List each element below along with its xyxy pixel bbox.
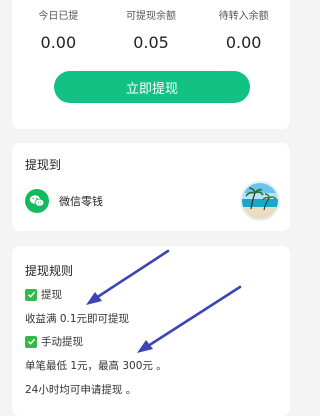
withdraw-rules-title: 提现规则 [25,264,74,278]
rule-item: 手动提现 [25,334,83,349]
rule-text: 24小时均可申请提现 。 [25,384,137,396]
rule-item: 单笔最低 1元，最高 300元 。 [25,358,167,373]
withdraw-rules-card: 提现规则 提现 收益满 0.1元即可提现 手动提现 单笔最低 1元，最高 300… [12,246,290,416]
rule-item: 提现 [25,287,62,302]
balance-card: 今日已提 0.00 可提现余额 0.05 待转入余额 0.00 立即提现 [12,0,290,129]
balance-stats: 今日已提 0.00 可提现余额 0.05 待转入余额 0.00 [12,10,290,54]
stat-pending-balance: 待转入余额 0.00 [197,10,290,54]
wechat-wallet-option[interactable]: 微信零钱 [25,189,103,213]
avatar[interactable] [242,183,278,219]
rule-text: 单笔最低 1元，最高 300元 。 [25,360,167,372]
rule-text: 手动提现 [41,336,83,348]
stat-label: 待转入余额 [218,11,269,22]
stat-value: 0.00 [225,33,262,52]
wechat-icon [25,189,49,213]
rule-text: 收益满 0.1元即可提现 [25,313,130,325]
rule-text: 提现 [41,289,62,301]
checkmark-icon [25,288,37,301]
stat-today-withdrawn: 今日已提 0.00 [12,10,105,54]
stat-label: 今日已提 [38,11,79,22]
stat-withdrawable-balance: 可提现余额 0.05 [105,10,198,54]
withdraw-target-card: 提现到 微信零钱 [12,143,290,231]
wechat-wallet-label: 微信零钱 [59,195,103,208]
stat-value: 0.05 [133,33,169,52]
rule-item: 收益满 0.1元即可提现 [25,311,129,326]
checkmark-icon [25,335,37,348]
stat-value: 0.00 [40,33,77,52]
withdraw-now-button[interactable]: 立即提现 [54,71,250,103]
avatar-beach-image [242,183,278,219]
rule-item: 24小时均可申请提现 。 [25,382,136,397]
withdraw-target-title: 提现到 [25,158,62,172]
stat-label: 可提现余额 [126,11,176,22]
